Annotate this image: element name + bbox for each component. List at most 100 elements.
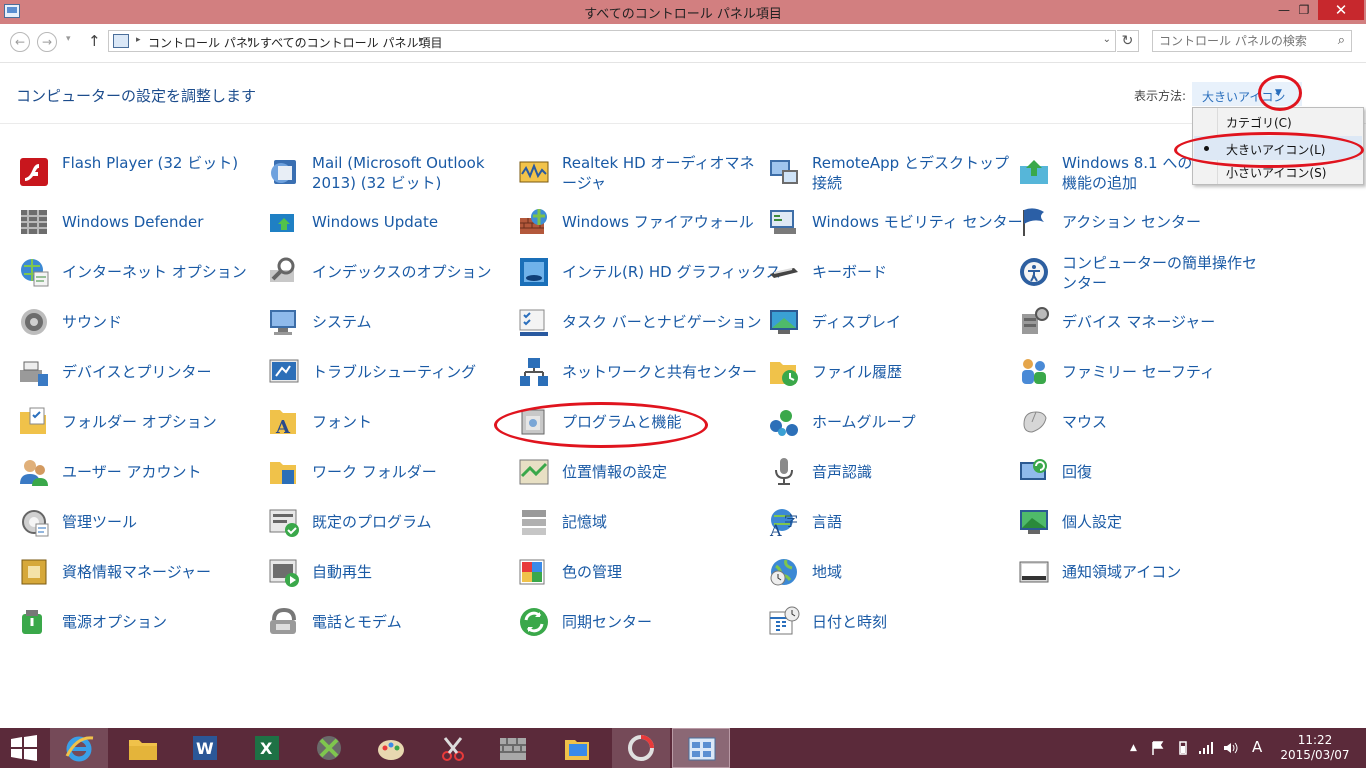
clock[interactable]: 11:22 2015/03/07 (1280, 733, 1350, 763)
cp-item-fonts[interactable]: A フォント (268, 403, 508, 443)
cp-item-label[interactable]: インデックスのオプション (312, 262, 512, 282)
cp-item-troubleshooting[interactable]: トラブルシューティング (268, 353, 508, 393)
breadcrumb-separator[interactable]: ▸ (419, 35, 424, 45)
cp-item-taskbar[interactable]: タスク バーとナビゲーション (518, 303, 761, 343)
address-dropdown-button[interactable]: ⌄ (1103, 34, 1111, 45)
refresh-button[interactable]: ↻ (1117, 30, 1139, 52)
cp-item-mail[interactable]: Mail (Microsoft Outlook 2013) (32 ビット) (268, 153, 508, 193)
cp-item-label[interactable]: ユーザー アカウント (62, 462, 262, 482)
action-center-flag-icon[interactable] (1150, 740, 1166, 756)
cp-item-label[interactable]: ネットワークと共有センター (562, 362, 762, 382)
cp-item-label[interactable]: Flash Player (32 ビット) (62, 153, 262, 173)
cp-item-realtek[interactable]: Realtek HD オーディオマネージャ (518, 153, 758, 193)
network-signal-icon[interactable] (1198, 740, 1214, 756)
cp-item-label[interactable]: 自動再生 (312, 562, 512, 582)
taskbar-button-ie[interactable] (50, 728, 108, 768)
cp-item-label[interactable]: キーボード (812, 262, 1012, 282)
breadcrumb-control-panel[interactable]: コントロール パネル (148, 34, 260, 51)
cp-item-date-time[interactable]: 日付と時刻 (768, 603, 1008, 643)
cp-item-windows-update[interactable]: Windows Update (268, 203, 508, 243)
cp-item-devices-printers[interactable]: デバイスとプリンター (18, 353, 258, 393)
cp-item-system[interactable]: システム (268, 303, 508, 343)
cp-item-personalization[interactable]: 個人設定 (1018, 503, 1258, 543)
cp-item-file-history[interactable]: ファイル履歴 (768, 353, 1008, 393)
search-box[interactable]: ⌕ (1152, 30, 1352, 52)
close-button[interactable]: ✕ (1318, 0, 1364, 20)
cp-item-ease-of-access[interactable]: コンピューターの簡単操作センター (1018, 253, 1258, 293)
cp-item-label[interactable]: インターネット オプション (62, 262, 262, 282)
recent-locations-button[interactable]: ▾ (66, 34, 71, 44)
menu-item-category[interactable]: カテゴリ(C) (1194, 109, 1362, 133)
cp-item-power-options[interactable]: 電源オプション (18, 603, 258, 643)
cp-item-family-safety[interactable]: ファミリー セーフティ (1018, 353, 1258, 393)
cp-item-label[interactable]: Windows Defender (62, 212, 262, 232)
cp-item-folder-options[interactable]: フォルダー オプション (18, 403, 258, 443)
back-button[interactable]: ← (10, 32, 30, 52)
cp-item-label[interactable]: サウンド (62, 312, 262, 332)
cp-item-label[interactable]: ディスプレイ (812, 312, 1012, 332)
cp-item-mouse[interactable]: マウス (1018, 403, 1258, 443)
search-icon[interactable]: ⌕ (1338, 33, 1345, 48)
cp-item-default-programs[interactable]: 既定のプログラム (268, 503, 508, 543)
cp-item-autoplay[interactable]: 自動再生 (268, 553, 508, 593)
cp-item-storage[interactable]: 記憶域 (518, 503, 758, 543)
cp-item-location[interactable]: 位置情報の設定 (518, 453, 758, 493)
taskbar-button-control-panel[interactable] (672, 728, 730, 768)
cp-item-device-manager[interactable]: デバイス マネージャー (1018, 303, 1258, 343)
cp-item-label[interactable]: 音声認識 (812, 462, 1012, 482)
cp-item-label[interactable]: 電源オプション (62, 612, 262, 632)
cp-item-label[interactable]: 電話とモデム (312, 612, 512, 632)
cp-item-remoteapp[interactable]: RemoteApp とデスクトップ接続 (768, 153, 1009, 193)
cp-item-label[interactable]: RemoteApp とデスクトップ接続 (812, 153, 1012, 193)
cp-item-label[interactable]: 通知領域アイコン (1062, 562, 1262, 582)
cp-item-work-folders[interactable]: ワーク フォルダー (268, 453, 508, 493)
cp-item-label[interactable]: 資格情報マネージャー (62, 562, 262, 582)
cp-item-label[interactable]: Windows 8.1 への機能の追加 (1062, 153, 1197, 193)
cp-item-label[interactable]: 管理ツール (62, 512, 262, 532)
cp-item-label[interactable]: ワーク フォルダー (312, 462, 512, 482)
cp-item-keyboard[interactable]: キーボード (768, 253, 1008, 293)
cp-item-recovery[interactable]: 回復 (1018, 453, 1258, 493)
cp-item-defender[interactable]: Windows Defender (18, 203, 258, 243)
cp-item-label[interactable]: システム (312, 312, 512, 332)
cp-item-label[interactable]: 回復 (1062, 462, 1262, 482)
taskbar-button-wall[interactable] (484, 728, 542, 768)
taskbar-button-paint[interactable] (362, 728, 420, 768)
cp-item-label[interactable]: 日付と時刻 (812, 612, 1012, 632)
breadcrumb-separator[interactable]: ▸ (248, 35, 253, 45)
cp-item-label[interactable]: Windows モビリティ センター (812, 212, 1023, 232)
cp-item-phone-modem[interactable]: 電話とモデム (268, 603, 508, 643)
breadcrumb-all-items[interactable]: すべてのコントロール パネル項目 (260, 34, 443, 51)
cp-item-speech[interactable]: 音声認識 (768, 453, 1008, 493)
cp-item-indexing[interactable]: インデックスのオプション (268, 253, 508, 293)
cp-item-label[interactable]: 地域 (812, 562, 1012, 582)
cp-item-label[interactable]: 同期センター (562, 612, 762, 632)
volume-icon[interactable] (1222, 740, 1238, 756)
cp-item-display[interactable]: ディスプレイ (768, 303, 1008, 343)
cp-item-label[interactable]: ファミリー セーフティ (1062, 362, 1262, 382)
taskbar-button-xbox[interactable] (300, 728, 358, 768)
cp-item-action-center[interactable]: アクション センター (1018, 203, 1258, 243)
battery-icon[interactable] (1175, 740, 1191, 756)
cp-item-internet-options[interactable]: インターネット オプション (18, 253, 258, 293)
address-bar[interactable]: ▸ コントロール パネル ▸ すべてのコントロール パネル項目 ▸ ⌄ (108, 30, 1116, 52)
cp-item-region[interactable]: 地域 (768, 553, 1008, 593)
cp-item-firewall[interactable]: Windows ファイアウォール (518, 203, 758, 243)
cp-item-label[interactable]: インテル(R) HD グラフィックス (562, 262, 781, 282)
cp-item-label[interactable]: Realtek HD オーディオマネージャ (562, 153, 762, 193)
breadcrumb-separator[interactable]: ▸ (136, 35, 141, 45)
cp-item-label[interactable]: Mail (Microsoft Outlook 2013) (32 ビット) (312, 153, 512, 193)
cp-item-credential-manager[interactable]: 資格情報マネージャー (18, 553, 258, 593)
search-input[interactable] (1159, 34, 1329, 48)
cp-item-user-accounts[interactable]: ユーザー アカウント (18, 453, 258, 493)
show-hidden-icons-button[interactable]: ▲ (1130, 743, 1137, 753)
cp-item-sync-center[interactable]: 同期センター (518, 603, 758, 643)
cp-item-label[interactable]: Windows ファイアウォール (562, 212, 762, 232)
cp-item-label[interactable]: タスク バーとナビゲーション (562, 312, 762, 332)
maximize-button[interactable]: ❐ (1290, 0, 1318, 20)
ime-indicator[interactable]: A (1252, 738, 1262, 756)
cp-item-label[interactable]: 記憶域 (562, 512, 762, 532)
cp-item-label[interactable]: コンピューターの簡単操作センター (1062, 253, 1262, 293)
cp-item-sound[interactable]: サウンド (18, 303, 258, 343)
cp-item-label[interactable]: マウス (1062, 412, 1262, 432)
